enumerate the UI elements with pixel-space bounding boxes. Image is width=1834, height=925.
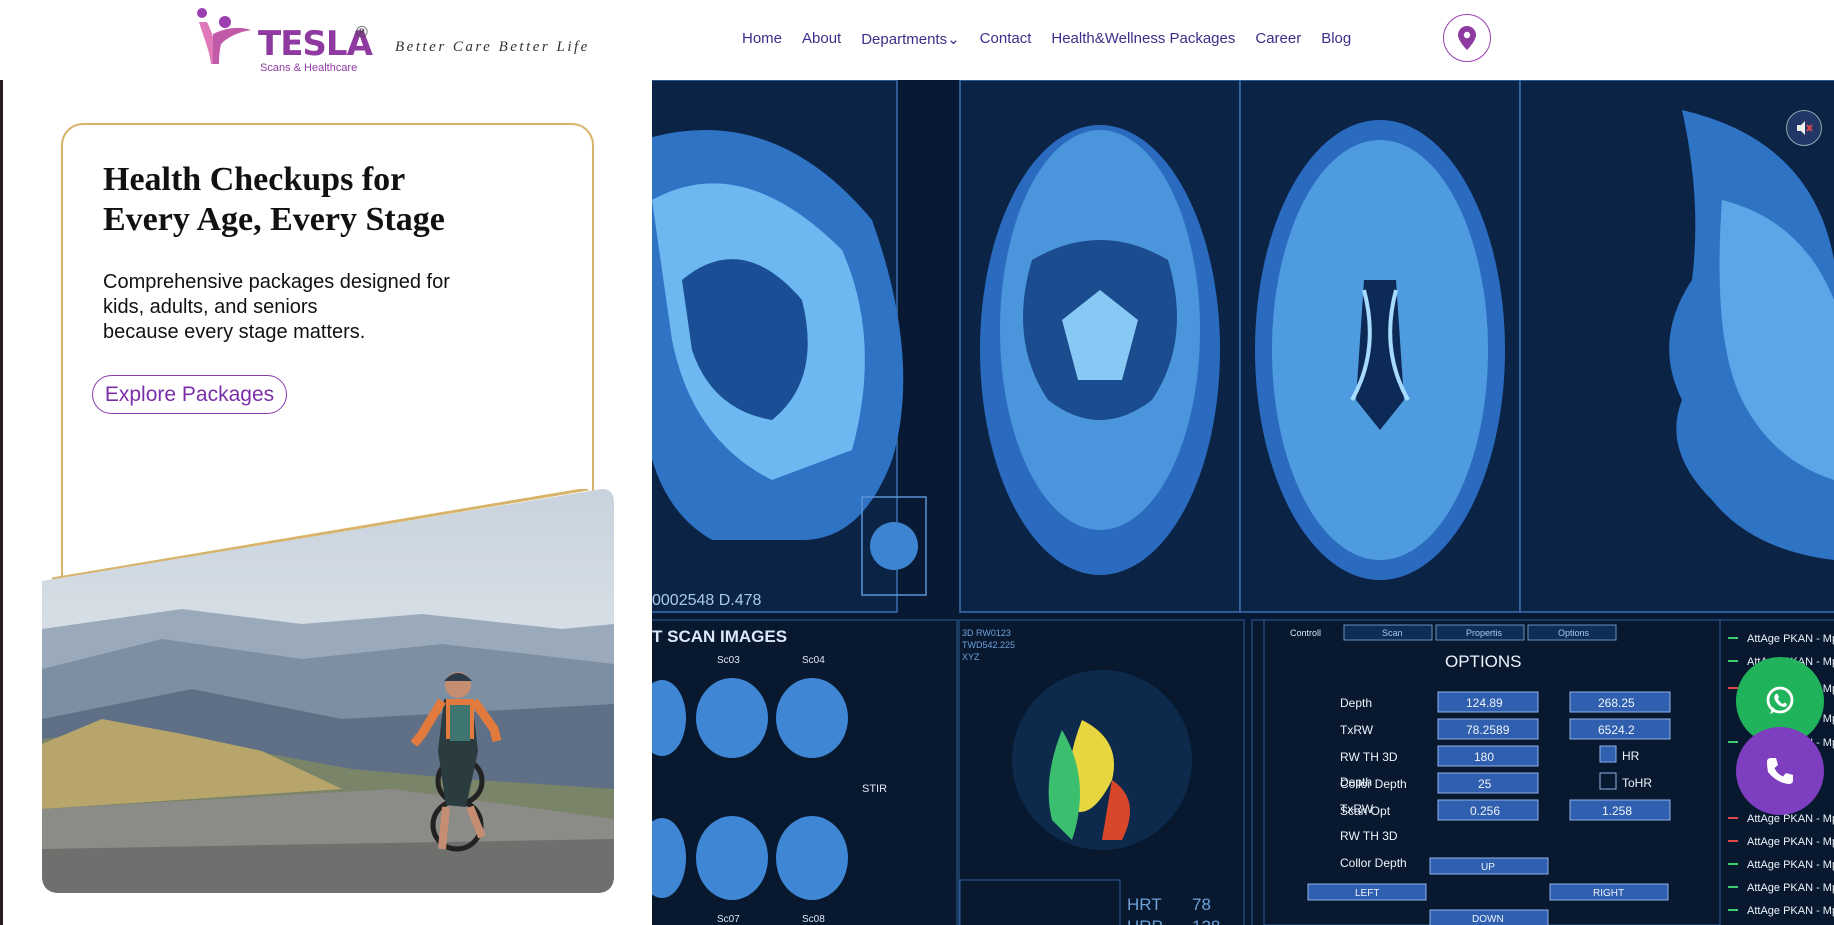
nav-career[interactable]: Career — [1255, 30, 1301, 48]
option-value-txrw: 78.2589 — [1466, 723, 1510, 737]
location-pin-icon — [1458, 26, 1476, 50]
option-value-scan-opt: 0.256 — [1470, 804, 1500, 818]
hero-title-line-1: Health Checkups for — [103, 161, 406, 198]
option-row-label: RW TH 3D — [1340, 829, 1398, 843]
option-label-rwth3d: RW TH 3D — [1340, 750, 1398, 764]
brand-name: TESLA — [258, 24, 373, 64]
option-value-scan-opt-2: 1.258 — [1602, 804, 1632, 818]
logo-figure-icon — [197, 8, 251, 64]
site-header: TESLA ® Scans & Healthcare Better Care B… — [0, 0, 1834, 80]
dir-up-label: UP — [1481, 862, 1495, 873]
cyclist-photo — [42, 489, 614, 893]
location-button[interactable] — [1443, 14, 1491, 62]
nav-home[interactable]: Home — [742, 30, 782, 48]
tab-controll: Controll — [1290, 628, 1321, 638]
call-button[interactable] — [1736, 727, 1824, 815]
nav-departments[interactable]: Departments⌄ — [861, 30, 959, 48]
tab-scan: Scan — [1382, 628, 1403, 638]
hero-title: Health Checkups for Every Age, Every Sta… — [103, 160, 445, 240]
mri-scan-overlay: Controll Scan Propertis Options OPTIONS … — [1263, 619, 1834, 925]
brand-logo[interactable]: TESLA ® Scans & Healthcare — [193, 6, 373, 76]
option-value-depth: 124.89 — [1466, 696, 1503, 710]
hero-description: Comprehensive packages designed for kids… — [103, 270, 450, 345]
dir-left-label: LEFT — [1355, 888, 1379, 899]
whatsapp-icon — [1766, 686, 1794, 714]
mri-hero-image: 0002548 D.478 T SCAN IMAGES Sc03 Sc04 Sc… — [652, 80, 1834, 925]
tab-propertis: Propertis — [1466, 628, 1503, 638]
list-item: AttAge PKAN - Mp — [1747, 859, 1834, 871]
option-label-scan-opt: Scan Opt — [1340, 804, 1391, 818]
left-edge-strip — [0, 0, 3, 925]
main-nav: Home About Departments⌄ Contact Health&W… — [742, 30, 1351, 48]
brand-tagline: Better Care Better Life — [395, 39, 590, 55]
options-title: OPTIONS — [1445, 652, 1522, 671]
list-item: AttAge PKAN - Mp — [1747, 905, 1834, 917]
registered-mark: ® — [356, 24, 368, 41]
dir-down-label: DOWN — [1472, 914, 1504, 925]
hero-desc-line-2: kids, adults, and seniors — [103, 296, 318, 318]
speaker-muted-icon — [1797, 121, 1813, 135]
hero-title-line-2: Every Age, Every Stage — [103, 201, 445, 238]
nav-health-wellness-packages[interactable]: Health&Wellness Packages — [1051, 30, 1235, 48]
phone-icon — [1767, 758, 1793, 784]
option-label-txrw: TxRW — [1340, 723, 1374, 737]
list-item: AttAge PKAN - Mp — [1747, 882, 1834, 894]
option-label-color-depth: Collor Depth — [1340, 777, 1407, 791]
option-value-rwth3d: 180 — [1474, 750, 1494, 764]
option-tohr-label: ToHR — [1622, 776, 1652, 790]
dir-right-label: RIGHT — [1593, 888, 1624, 899]
option-label-depth: Depth — [1340, 696, 1372, 710]
hero-desc-line-3: because every stage matters. — [103, 321, 366, 343]
option-value-depth-2: 268.25 — [1598, 696, 1635, 710]
mute-button[interactable] — [1786, 110, 1822, 146]
hero-desc-line-1: Comprehensive packages designed for — [103, 271, 450, 293]
list-item: AttAge PKAN - Mp — [1747, 633, 1834, 645]
list-item: AttAge PKAN - Mp — [1747, 836, 1834, 848]
list-item: AttAge PKAN - Mp — [1747, 813, 1834, 825]
option-row-label: Collor Depth — [1340, 856, 1407, 870]
option-value-txrw-2: 6524.2 — [1598, 723, 1635, 737]
option-hr-label: HR — [1622, 749, 1640, 763]
explore-packages-button[interactable]: Explore Packages — [92, 375, 287, 414]
tab-options: Options — [1558, 628, 1590, 638]
nav-departments-label: Departments — [861, 31, 948, 48]
chevron-down-icon: ⌄ — [947, 31, 960, 48]
option-value-color-depth: 25 — [1478, 777, 1492, 791]
nav-about[interactable]: About — [802, 30, 841, 48]
nav-contact[interactable]: Contact — [980, 30, 1032, 48]
brand-subtitle: Scans & Healthcare — [260, 62, 358, 74]
nav-blog[interactable]: Blog — [1321, 30, 1351, 48]
